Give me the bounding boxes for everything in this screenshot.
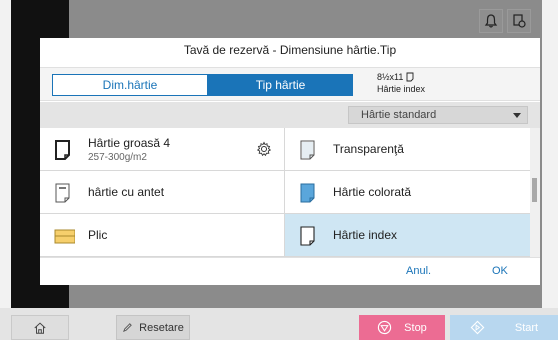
- list-item-thick-paper-4[interactable]: Hârtie groasă 4 257-300g/m2: [40, 128, 285, 171]
- stop-icon: [378, 320, 392, 335]
- list-item-label: Hârtie colorată: [333, 185, 412, 199]
- colored-paper-icon: [300, 183, 315, 203]
- home-icon: [34, 322, 46, 334]
- tab-paper-type[interactable]: Tip hârtie: [208, 74, 353, 96]
- right-bezel: [542, 0, 558, 308]
- paper-type-dialog: Tavă de rezervă - Dimensiune hârtie.Tip …: [40, 38, 540, 285]
- list-item-label: Hârtie index: [333, 228, 398, 242]
- list-item-transparency[interactable]: Transparenţă: [285, 128, 530, 171]
- paper-type-list: Hârtie groasă 4 257-300g/m2 Transparenţă…: [40, 128, 530, 257]
- control-bar: Resetare Stop Start: [0, 308, 558, 340]
- start-label: Start: [514, 321, 539, 334]
- reset-button[interactable]: Resetare: [116, 315, 190, 340]
- list-item-letterhead[interactable]: hârtie cu antet: [40, 171, 285, 214]
- start-icon: [470, 320, 485, 335]
- reset-label: Resetare: [139, 321, 184, 334]
- left-bezel: [0, 0, 11, 308]
- stop-label: Stop: [404, 321, 427, 334]
- transparency-icon: [300, 140, 315, 160]
- pencil-icon: [123, 323, 132, 332]
- notification-bell-icon[interactable]: [479, 9, 503, 33]
- dialog-title: Tavă de rezervă - Dimensiune hârtie.Tip: [183, 43, 397, 57]
- scrollbar-thumb[interactable]: [532, 178, 537, 202]
- thick-paper-icon: [55, 140, 70, 160]
- paper-category-select[interactable]: Hârtie standard: [348, 106, 528, 124]
- current-paper-type: Hârtie index: [377, 84, 426, 94]
- list-item-envelope[interactable]: Plic: [40, 214, 285, 257]
- start-button[interactable]: Start: [450, 315, 558, 340]
- paper-sheet-icon: [406, 72, 414, 82]
- job-status-icon[interactable]: [507, 9, 531, 33]
- chevron-down-icon: [513, 113, 521, 118]
- envelope-icon: [54, 229, 75, 244]
- letterhead-icon: [55, 183, 70, 203]
- filter-bar: Hârtie standard: [40, 102, 540, 128]
- list-item-label: Plic: [88, 228, 108, 242]
- list-scrollbar[interactable]: [530, 128, 540, 257]
- gear-icon[interactable]: [256, 141, 272, 157]
- dialog-footer: Anul. OK: [40, 257, 540, 285]
- tab-paper-size[interactable]: Dim.hârtie: [52, 74, 208, 96]
- current-paper-size: 8½x11: [377, 72, 404, 82]
- index-paper-icon: [300, 226, 315, 246]
- home-button[interactable]: [11, 315, 69, 340]
- stop-button[interactable]: Stop: [359, 315, 445, 340]
- list-item-label: Transparenţă: [333, 142, 404, 156]
- list-item-label: Hârtie groasă 4: [88, 136, 171, 150]
- list-item-label: hârtie cu antet: [88, 185, 165, 199]
- current-paper-info: 8½x11 Hârtie index: [377, 71, 425, 95]
- ok-button[interactable]: OK: [492, 265, 508, 277]
- list-item-colored-paper[interactable]: Hârtie colorată: [285, 171, 530, 214]
- list-item-sublabel: 257-300g/m2: [88, 152, 147, 163]
- list-item-index-paper[interactable]: Hârtie index: [285, 214, 530, 257]
- paper-category-value: Hârtie standard: [361, 109, 437, 121]
- cancel-button[interactable]: Anul.: [406, 265, 431, 277]
- tab-bar: Dim.hârtie Tip hârtie 8½x11 Hârtie index: [40, 67, 540, 101]
